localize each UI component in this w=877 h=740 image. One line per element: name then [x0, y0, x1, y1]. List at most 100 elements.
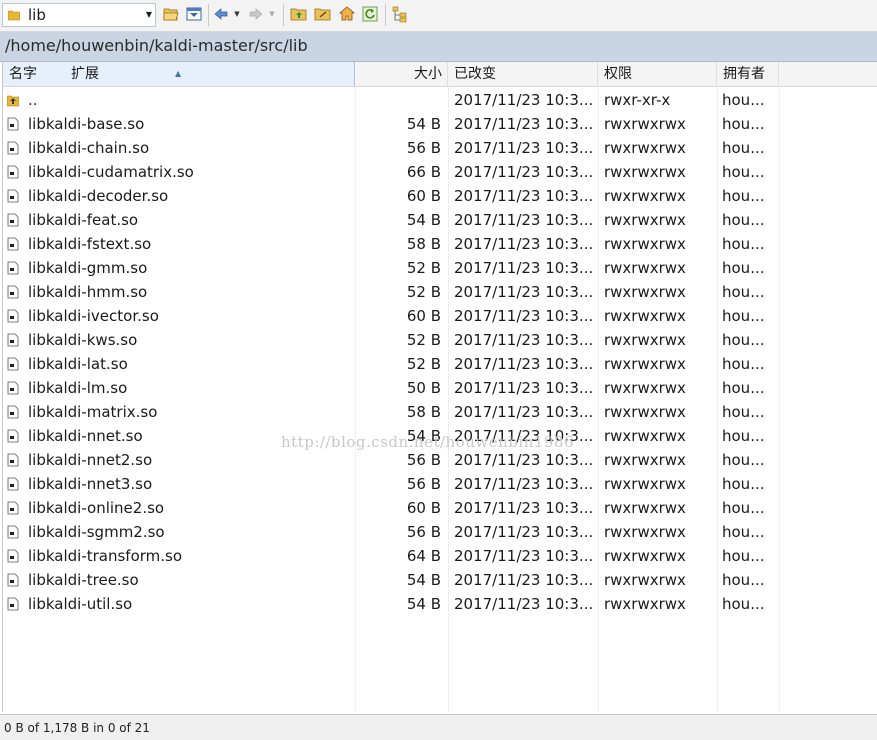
- file-owner: hou...: [722, 595, 765, 613]
- file-changed: 2017/11/23 10:3...: [454, 331, 594, 349]
- file-owner: hou...: [722, 523, 765, 541]
- file-permissions: rwxrwxrwx: [604, 547, 686, 565]
- file-name: libkaldi-transform.so: [28, 547, 183, 565]
- file-row[interactable]: libkaldi-matrix.so 58 B 2017/11/23 10:3...…: [3, 400, 877, 424]
- filter-icon[interactable]: [185, 5, 203, 23]
- watermark: http://blog.csdn.net/houwenbin1986: [281, 433, 574, 451]
- file-icon: [7, 165, 19, 179]
- file-row[interactable]: libkaldi-ivector.so 60 B 2017/11/23 10:3..…: [3, 304, 877, 328]
- file-permissions: rwxrwxrwx: [604, 523, 686, 541]
- file-icon: [7, 309, 19, 323]
- file-changed: 2017/11/23 10:3...: [454, 523, 594, 541]
- file-row[interactable]: libkaldi-transform.so 64 B 2017/11/23 10:3…: [3, 544, 877, 568]
- file-name: libkaldi-nnet.so: [28, 427, 143, 445]
- folder-icon: [8, 10, 20, 21]
- file-permissions: rwxrwxrwx: [604, 115, 686, 133]
- path-bar[interactable]: /home/houwenbin/kaldi-master/src/lib: [0, 32, 877, 62]
- file-row[interactable]: libkaldi-kws.so 52 B 2017/11/23 10:3... rwx…: [3, 328, 877, 352]
- file-size: 54 B: [406, 571, 441, 589]
- file-icon: [7, 213, 19, 227]
- file-row[interactable]: libkaldi-chain.so 56 B 2017/11/23 10:3... r…: [3, 136, 877, 160]
- file-row[interactable]: libkaldi-online2.so 60 B 2017/11/23 10:3..…: [3, 496, 877, 520]
- file-size: 56 B: [406, 451, 441, 469]
- column-header-name[interactable]: 名字 ▲ 扩展: [3, 62, 355, 86]
- file-row[interactable]: libkaldi-cudamatrix.so 66 B 2017/11/23 10:…: [3, 160, 877, 184]
- file-permissions: rwxrwxrwx: [604, 163, 686, 181]
- open-folder-icon[interactable]: [162, 5, 180, 23]
- file-row[interactable]: libkaldi-util.so 54 B 2017/11/23 10:3... rw…: [3, 592, 877, 616]
- file-row[interactable]: .. 2017/11/23 10:3... rwxr-xr-x hou...: [3, 88, 877, 112]
- file-name: libkaldi-sgmm2.so: [28, 523, 165, 541]
- file-row[interactable]: libkaldi-feat.so 54 B 2017/11/23 10:3... rw…: [3, 208, 877, 232]
- tree-view-icon[interactable]: [391, 5, 409, 23]
- file-row[interactable]: libkaldi-hmm.so 52 B 2017/11/23 10:3... rwx…: [3, 280, 877, 304]
- file-changed: 2017/11/23 10:3...: [454, 499, 594, 517]
- column-header-permissions[interactable]: 权限: [598, 62, 717, 86]
- forward-dropdown-icon[interactable]: ▼: [268, 5, 276, 23]
- root-folder-icon[interactable]: [314, 5, 332, 23]
- file-row[interactable]: libkaldi-lat.so 52 B 2017/11/23 10:3... rwx…: [3, 352, 877, 376]
- file-icon: [7, 117, 19, 131]
- file-permissions: rwxrwxrwx: [604, 259, 686, 277]
- file-size: 52 B: [406, 331, 441, 349]
- file-owner: hou...: [722, 427, 765, 445]
- file-size: 56 B: [406, 475, 441, 493]
- file-icon: [7, 549, 19, 563]
- sort-ascending-icon: ▲: [175, 69, 182, 78]
- file-name: libkaldi-matrix.so: [28, 403, 158, 421]
- file-owner: hou...: [722, 115, 765, 133]
- file-changed: 2017/11/23 10:3...: [454, 595, 594, 613]
- file-row[interactable]: libkaldi-nnet2.so 56 B 2017/11/23 10:3... r…: [3, 448, 877, 472]
- file-row[interactable]: libkaldi-lm.so 50 B 2017/11/23 10:3... rwxr…: [3, 376, 877, 400]
- file-icon: [7, 501, 19, 515]
- file-size: 58 B: [406, 403, 441, 421]
- file-row[interactable]: libkaldi-sgmm2.so 56 B 2017/11/23 10:3... r…: [3, 520, 877, 544]
- file-icon: [7, 285, 19, 299]
- column-header-size[interactable]: 大小: [355, 62, 448, 86]
- file-changed: 2017/11/23 10:3...: [454, 139, 594, 157]
- directory-combobox[interactable]: lib ▼: [2, 3, 156, 27]
- file-row[interactable]: libkaldi-fstext.so 58 B 2017/11/23 10:3...…: [3, 232, 877, 256]
- file-changed: 2017/11/23 10:3...: [454, 211, 594, 229]
- file-size: 58 B: [406, 235, 441, 253]
- file-changed: 2017/11/23 10:3...: [454, 115, 594, 133]
- file-owner: hou...: [722, 91, 765, 109]
- chevron-down-icon[interactable]: ▼: [143, 4, 155, 26]
- file-name: libkaldi-lat.so: [28, 355, 128, 373]
- file-owner: hou...: [722, 187, 765, 205]
- file-permissions: rwxr-xr-x: [604, 91, 671, 109]
- refresh-icon[interactable]: [361, 5, 379, 23]
- file-row[interactable]: libkaldi-nnet3.so 56 B 2017/11/23 10:3... r…: [3, 472, 877, 496]
- file-row[interactable]: libkaldi-tree.so 54 B 2017/11/23 10:3... rw…: [3, 568, 877, 592]
- file-owner: hou...: [722, 139, 765, 157]
- file-changed: 2017/11/23 10:3...: [454, 355, 594, 373]
- file-row[interactable]: libkaldi-decoder.so 60 B 2017/11/23 10:3..…: [3, 184, 877, 208]
- forward-arrow-icon[interactable]: [247, 5, 265, 23]
- file-owner: hou...: [722, 259, 765, 277]
- file-changed: 2017/11/23 10:3...: [454, 451, 594, 469]
- column-ext-label[interactable]: 扩展: [71, 62, 99, 87]
- file-changed: 2017/11/23 10:3...: [454, 91, 594, 109]
- current-path[interactable]: /home/houwenbin/kaldi-master/src/lib: [5, 36, 308, 56]
- file-permissions: rwxrwxrwx: [604, 235, 686, 253]
- file-size: 56 B: [406, 139, 441, 157]
- parent-folder-icon[interactable]: [290, 5, 308, 23]
- file-name: libkaldi-gmm.so: [28, 259, 148, 277]
- file-row[interactable]: libkaldi-gmm.so 52 B 2017/11/23 10:3... rwx…: [3, 256, 877, 280]
- file-changed: 2017/11/23 10:3...: [454, 259, 594, 277]
- file-permissions: rwxrwxrwx: [604, 331, 686, 349]
- back-arrow-icon[interactable]: [212, 5, 230, 23]
- home-icon[interactable]: [338, 5, 356, 23]
- file-permissions: rwxrwxrwx: [604, 571, 686, 589]
- column-header-owner[interactable]: 拥有者: [717, 62, 779, 86]
- back-dropdown-icon[interactable]: ▼: [233, 5, 241, 23]
- file-permissions: rwxrwxrwx: [604, 451, 686, 469]
- file-icon: [7, 237, 19, 251]
- file-name: ..: [28, 91, 38, 109]
- file-list[interactable]: 名字 ▲ 扩展 大小 已改变 权限 拥有者 .. 2017/11/23 10:3.…: [2, 62, 877, 712]
- file-size: 52 B: [406, 283, 441, 301]
- column-header-changed[interactable]: 已改变: [448, 62, 598, 86]
- file-permissions: rwxrwxrwx: [604, 187, 686, 205]
- file-icon: [7, 141, 19, 155]
- file-row[interactable]: libkaldi-base.so 54 B 2017/11/23 10:3... rw…: [3, 112, 877, 136]
